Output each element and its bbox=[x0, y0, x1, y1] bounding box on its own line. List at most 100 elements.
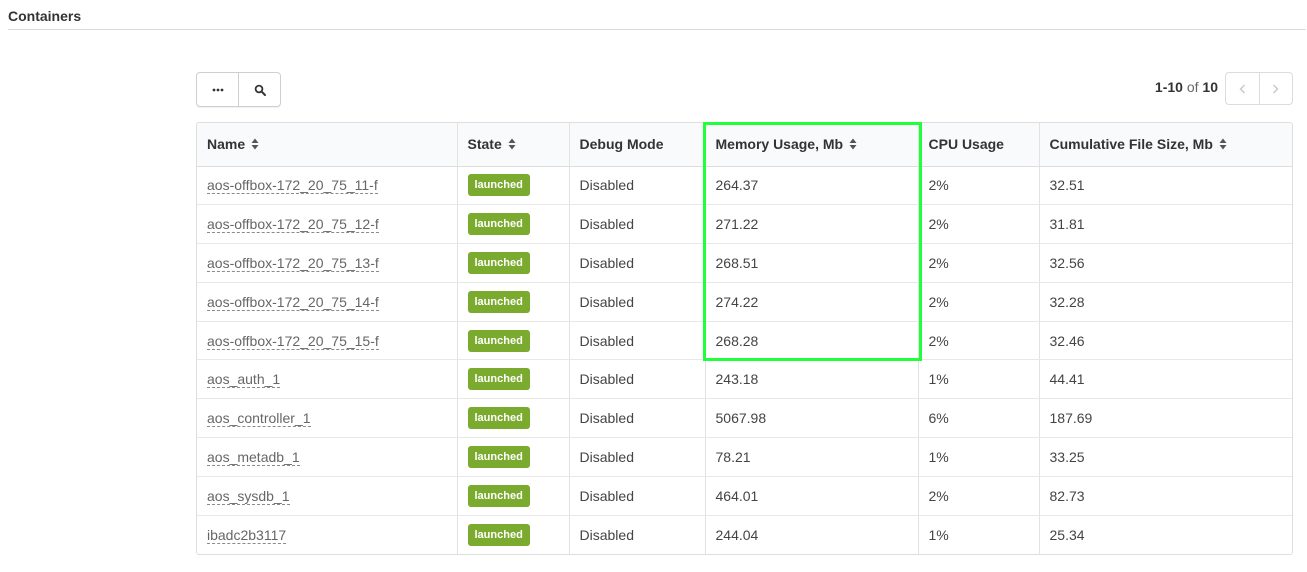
cell-memory-usage: 264.37 bbox=[705, 166, 919, 206]
column-header-debug-mode: Debug Mode bbox=[569, 123, 706, 167]
table-row: aos-offbox-172_20_75_11-f launched Disable… bbox=[197, 166, 1292, 206]
chevron-left-icon bbox=[1239, 84, 1245, 93]
sort-icon bbox=[508, 138, 516, 150]
cell-name: aos_metadb_1 bbox=[197, 437, 458, 477]
cell-memory-usage-value: 5067.98 bbox=[715, 410, 767, 427]
cell-name: aos-offbox-172_20_75_14-f bbox=[197, 282, 458, 322]
pagination-info: 1-10 of 10 bbox=[1120, 79, 1218, 95]
column-label: Memory Usage, Mb bbox=[715, 136, 844, 153]
column-header-file-size[interactable]: Cumulative File Size, Mb bbox=[1039, 123, 1292, 167]
cell-debug-mode-value: Disabled bbox=[579, 177, 634, 194]
table-body: aos-offbox-172_20_75_11-f launched Disable… bbox=[197, 166, 1292, 554]
status-badge: launched bbox=[467, 445, 530, 468]
cell-cpu-usage-value: 6% bbox=[928, 410, 949, 427]
cell-state: launched bbox=[457, 359, 570, 400]
cell-memory-usage-value: 464.01 bbox=[715, 487, 759, 504]
next-page-button[interactable] bbox=[1258, 73, 1293, 104]
cell-state: launched bbox=[457, 321, 570, 361]
container-name-link[interactable]: aos_metadb_1 bbox=[207, 448, 300, 466]
cell-debug-mode: Disabled bbox=[569, 166, 706, 206]
cell-debug-mode-value: Disabled bbox=[579, 448, 634, 465]
cell-file-size-value: 82.73 bbox=[1049, 487, 1085, 504]
cell-state: launched bbox=[457, 204, 570, 245]
cell-debug-mode: Disabled bbox=[569, 515, 706, 554]
cell-file-size-value: 31.81 bbox=[1049, 216, 1085, 233]
cell-debug-mode-value: Disabled bbox=[579, 371, 634, 388]
cell-cpu-usage: 6% bbox=[918, 398, 1040, 439]
cell-cpu-usage: 2% bbox=[918, 243, 1040, 283]
column-label: State bbox=[467, 136, 502, 153]
cell-file-size: 32.51 bbox=[1039, 166, 1292, 206]
cell-memory-usage: 268.51 bbox=[705, 243, 919, 283]
table-row: aos_metadb_1 launched Disabled 78.21 1% 33.25 bbox=[197, 437, 1292, 477]
table-row: aos-offbox-172_20_75_15-f launched Disable… bbox=[197, 321, 1292, 361]
cell-cpu-usage-value: 2% bbox=[928, 487, 949, 504]
cell-cpu-usage-value: 2% bbox=[928, 332, 949, 349]
cell-memory-usage-value: 243.18 bbox=[715, 371, 759, 388]
table-header-row: Name State Debug Mode Memory Usage, Mb C… bbox=[197, 123, 1292, 167]
container-name-link[interactable]: aos_auth_1 bbox=[207, 371, 281, 389]
cell-debug-mode-value: Disabled bbox=[579, 332, 634, 349]
cell-memory-usage-value: 264.37 bbox=[715, 177, 759, 194]
cell-debug-mode-value: Disabled bbox=[579, 487, 634, 504]
status-badge: launched bbox=[467, 368, 530, 391]
table-row: aos_auth_1 launched Disabled 243.18 1% 44.41 bbox=[197, 359, 1292, 400]
container-name-link[interactable]: aos_controller_1 bbox=[207, 410, 311, 428]
containers-table: Name State Debug Mode Memory Usage, Mb C… bbox=[196, 122, 1293, 555]
table-row: aos_sysdb_1 launched Disabled 464.01 2% 82.73 bbox=[197, 476, 1292, 516]
column-header-name[interactable]: Name bbox=[197, 123, 458, 167]
cell-file-size: 82.73 bbox=[1039, 476, 1292, 516]
cell-name: aos-offbox-172_20_75_11-f bbox=[197, 166, 458, 206]
column-label: Cumulative File Size, Mb bbox=[1049, 136, 1213, 153]
cell-cpu-usage-value: 1% bbox=[928, 526, 949, 543]
status-badge: launched bbox=[467, 174, 530, 197]
cell-memory-usage-value: 244.04 bbox=[715, 526, 759, 543]
cell-debug-mode-value: Disabled bbox=[579, 293, 634, 310]
cell-file-size: 32.46 bbox=[1039, 321, 1292, 361]
column-header-state[interactable]: State bbox=[457, 123, 570, 167]
cell-debug-mode: Disabled bbox=[569, 321, 706, 361]
cell-file-size: 32.28 bbox=[1039, 282, 1292, 322]
container-name-link[interactable]: aos-offbox-172_20_75_14-f bbox=[207, 293, 379, 311]
column-header-memory-usage[interactable]: Memory Usage, Mb bbox=[705, 123, 919, 167]
table-toolbar bbox=[196, 72, 281, 107]
cell-file-size-value: 32.28 bbox=[1049, 293, 1085, 310]
status-badge: launched bbox=[467, 213, 530, 236]
cell-memory-usage: 243.18 bbox=[705, 359, 919, 400]
sort-icon bbox=[849, 138, 857, 150]
cell-memory-usage: 5067.98 bbox=[705, 398, 919, 439]
status-badge: launched bbox=[467, 329, 530, 352]
table-row: aos-offbox-172_20_75_12-f launched Disable… bbox=[197, 204, 1292, 245]
cell-memory-usage: 78.21 bbox=[705, 437, 919, 477]
table-row: aos-offbox-172_20_75_14-f launched Disable… bbox=[197, 282, 1292, 322]
cell-name: ibadc2b3117 bbox=[197, 515, 458, 554]
cell-file-size-value: 25.34 bbox=[1049, 526, 1085, 543]
cell-state: launched bbox=[457, 515, 570, 554]
search-button[interactable] bbox=[238, 73, 280, 106]
container-name-link[interactable]: aos-offbox-172_20_75_13-f bbox=[207, 254, 379, 272]
container-name-link[interactable]: aos_sysdb_1 bbox=[207, 487, 290, 505]
pagination-controls bbox=[1225, 72, 1293, 105]
cell-cpu-usage: 2% bbox=[918, 166, 1040, 206]
status-badge: launched bbox=[467, 290, 530, 313]
prev-page-button[interactable] bbox=[1226, 73, 1259, 104]
status-badge: launched bbox=[467, 484, 530, 507]
cell-file-size-value: 32.46 bbox=[1049, 332, 1085, 349]
cell-memory-usage-value: 78.21 bbox=[715, 448, 751, 465]
cell-state: launched bbox=[457, 166, 570, 206]
cell-name: aos_controller_1 bbox=[197, 398, 458, 439]
cell-state: launched bbox=[457, 398, 570, 439]
cell-file-size: 33.25 bbox=[1039, 437, 1292, 477]
container-name-link[interactable]: aos-offbox-172_20_75_11-f bbox=[207, 177, 378, 195]
cell-state: launched bbox=[457, 282, 570, 322]
cell-debug-mode: Disabled bbox=[569, 204, 706, 245]
column-label: Name bbox=[207, 136, 246, 153]
cell-debug-mode: Disabled bbox=[569, 282, 706, 322]
container-name-link[interactable]: ibadc2b3117 bbox=[207, 526, 287, 544]
cell-memory-usage-value: 274.22 bbox=[715, 293, 759, 310]
container-name-link[interactable]: aos-offbox-172_20_75_15-f bbox=[207, 332, 379, 350]
cell-name: aos_auth_1 bbox=[197, 359, 458, 400]
more-actions-button[interactable] bbox=[197, 73, 238, 106]
container-name-link[interactable]: aos-offbox-172_20_75_12-f bbox=[207, 216, 379, 234]
table-row: aos-offbox-172_20_75_13-f launched Disable… bbox=[197, 243, 1292, 283]
